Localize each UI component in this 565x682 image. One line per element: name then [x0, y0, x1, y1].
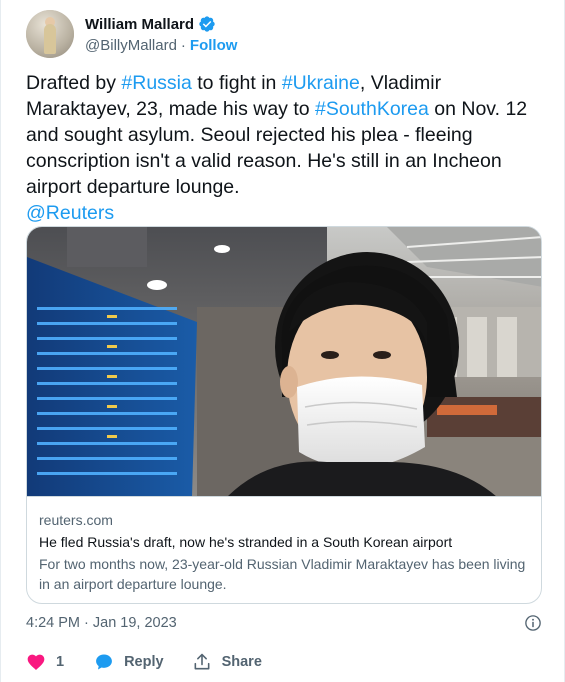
hashtag-russia[interactable]: #Russia	[121, 72, 191, 94]
hashtag-southkorea[interactable]: #SouthKorea	[315, 98, 429, 120]
share-icon	[194, 653, 210, 670]
heart-icon	[27, 654, 45, 670]
mention-reuters[interactable]: @Reuters	[26, 202, 114, 224]
handle-separator: ·	[180, 37, 186, 54]
tweet-text-segment: Drafted by	[26, 72, 122, 94]
author-info: William Mallard @BillyMallard · Follow	[85, 14, 238, 55]
avatar[interactable]	[26, 10, 74, 58]
card-domain: reuters.com	[39, 512, 113, 528]
link-card[interactable]: reuters.com He fled Russia's draft, now …	[26, 226, 542, 604]
author-handle[interactable]: @BillyMallard	[85, 37, 177, 54]
timestamp-row: 4:24 PM · Jan 19, 2023	[26, 614, 542, 632]
like-button[interactable]: 1	[26, 652, 64, 672]
reply-button[interactable]: Reply	[94, 652, 164, 672]
card-meta: reuters.com He fled Russia's draft, now …	[39, 511, 529, 594]
share-button[interactable]: Share	[192, 652, 262, 672]
follow-button[interactable]: Follow	[190, 37, 238, 54]
card-image[interactable]	[27, 227, 541, 497]
author-display-name[interactable]: William Mallard	[85, 16, 194, 33]
tweet: William Mallard @BillyMallard · Follow D…	[0, 0, 565, 682]
card-title[interactable]: He fled Russia's draft, now he's strande…	[39, 533, 529, 552]
info-icon[interactable]	[524, 614, 542, 632]
share-label: Share	[221, 654, 262, 670]
tweet-header: William Mallard @BillyMallard · Follow	[26, 10, 237, 58]
tweet-text-segment: to fight in	[191, 72, 282, 94]
action-bar: 1 Reply Share	[26, 652, 290, 672]
timestamp[interactable]: 4:24 PM · Jan 19, 2023	[26, 615, 177, 631]
like-count: 1	[56, 654, 65, 670]
reply-label: Reply	[124, 654, 164, 670]
reply-bubble-icon	[96, 654, 112, 670]
card-description: For two months now, 23-year-old Russian …	[39, 556, 526, 592]
airport-selfie-photo-icon	[27, 227, 541, 496]
tweet-text: Drafted by #Russia to fight in #Ukraine,…	[26, 70, 536, 226]
hashtag-ukraine[interactable]: #Ukraine	[282, 72, 360, 94]
verified-badge-icon	[199, 16, 215, 32]
